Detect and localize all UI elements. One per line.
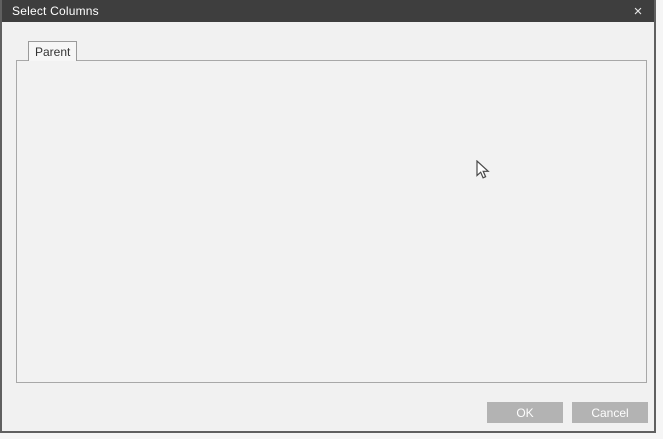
tab-panel bbox=[16, 60, 647, 383]
select-columns-dialog: Select Columns × Parent Available column… bbox=[0, 0, 656, 433]
cancel-button[interactable]: Cancel bbox=[572, 402, 648, 423]
titlebar[interactable]: Select Columns × bbox=[2, 0, 654, 22]
close-icon[interactable]: × bbox=[626, 0, 650, 22]
tab-label: Parent bbox=[35, 45, 70, 59]
window-title: Select Columns bbox=[12, 4, 99, 18]
tab-parent[interactable]: Parent bbox=[28, 41, 77, 61]
ok-button[interactable]: OK bbox=[487, 402, 563, 423]
